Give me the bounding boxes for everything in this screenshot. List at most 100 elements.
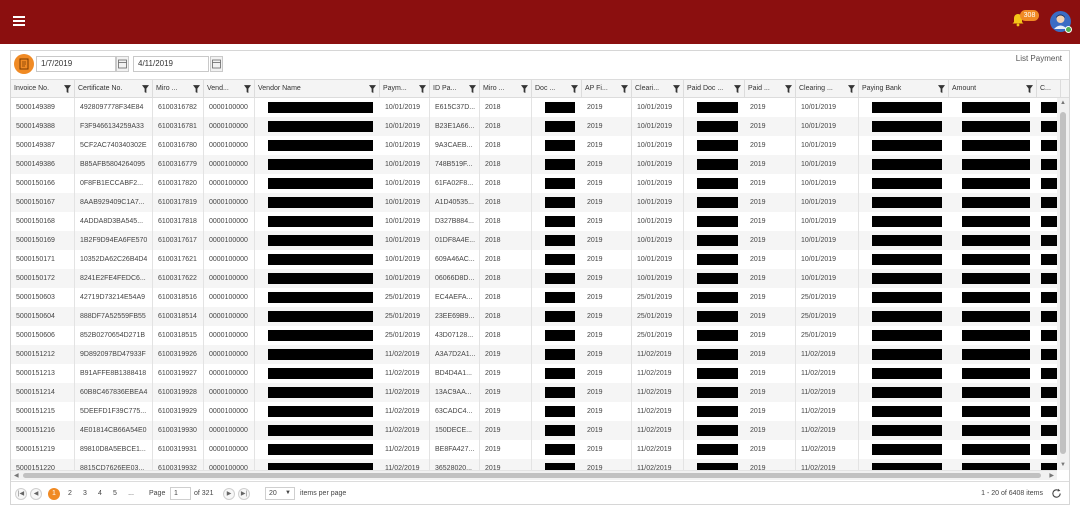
page-number-button[interactable]: 2 bbox=[64, 488, 76, 500]
column-header[interactable]: Invoice No. bbox=[11, 80, 75, 98]
table-cell: 9A3CAEB... bbox=[430, 136, 480, 155]
vertical-scroll-thumb[interactable] bbox=[1060, 112, 1066, 454]
table-cell: 2019 bbox=[745, 155, 796, 174]
page-number-button[interactable]: 3 bbox=[79, 488, 91, 500]
table-row[interactable]: 5000149389 4928097778F34E84 6100316782 0000… bbox=[11, 98, 1057, 117]
horizontal-scrollbar[interactable]: ◀ ▶ bbox=[11, 470, 1057, 480]
column-header[interactable]: Vend... bbox=[204, 80, 255, 98]
column-header[interactable]: Miro ... bbox=[480, 80, 532, 98]
table-row[interactable]: 5000151220 8815CD7626EE03... 6100319932 000… bbox=[11, 459, 1057, 470]
column-header[interactable]: Cleari... bbox=[632, 80, 684, 98]
column-header[interactable]: Miro ... bbox=[153, 80, 204, 98]
page-number-button[interactable]: 5 bbox=[109, 488, 121, 500]
column-header[interactable]: Certificate No. bbox=[75, 80, 153, 98]
table-row[interactable]: 5000150169 1B2F9D94EA6FE570 6100317617 0000… bbox=[11, 231, 1057, 250]
scroll-up-icon[interactable]: ▲ bbox=[1060, 100, 1066, 106]
scroll-down-icon[interactable]: ▼ bbox=[1060, 462, 1066, 468]
user-avatar[interactable] bbox=[1050, 11, 1072, 33]
table-row[interactable]: 5000150171 10352DA62C26B4D4 6100317621 0000… bbox=[11, 250, 1057, 269]
column-header[interactable]: C... bbox=[1037, 80, 1061, 98]
table-row[interactable]: 5000149388 F3F9466134259A33 6100316781 0000… bbox=[11, 117, 1057, 136]
refresh-icon[interactable] bbox=[1051, 488, 1062, 499]
column-header-label: Vend... bbox=[207, 85, 229, 92]
redacted-cell bbox=[1041, 102, 1057, 113]
page-number-button[interactable]: 1 bbox=[48, 488, 60, 500]
scroll-left-icon[interactable]: ◀ bbox=[14, 472, 19, 479]
from-date-input[interactable]: 1/7/2019 bbox=[36, 56, 116, 72]
filter-icon[interactable] bbox=[621, 85, 628, 93]
table-cell: 10/01/2019 bbox=[632, 212, 684, 231]
column-header[interactable]: Paym... bbox=[380, 80, 430, 98]
filter-icon[interactable] bbox=[1026, 85, 1033, 93]
redacted-cell bbox=[1041, 216, 1057, 227]
column-header[interactable]: Paying Bank bbox=[859, 80, 949, 98]
table-cell: B91AFFE8B1388418 bbox=[75, 364, 153, 383]
filter-icon[interactable] bbox=[142, 85, 149, 93]
filter-icon[interactable] bbox=[419, 85, 426, 93]
to-date-calendar-button[interactable] bbox=[210, 56, 223, 72]
scroll-right-icon[interactable]: ▶ bbox=[1049, 472, 1054, 479]
filter-icon[interactable] bbox=[673, 85, 680, 93]
table-row[interactable]: 5000149386 B85AFB5804264095 6100316779 0000… bbox=[11, 155, 1057, 174]
column-header[interactable]: Vendor Name bbox=[255, 80, 380, 98]
table-row[interactable]: 5000150604 888DF7A52559FB55 6100318514 0000… bbox=[11, 307, 1057, 326]
filter-icon[interactable] bbox=[848, 85, 855, 93]
vertical-scrollbar[interactable]: ▲ ▼ bbox=[1057, 98, 1069, 470]
table-row[interactable]: 5000151219 89810D8A5EBCE1... 6100319931 000… bbox=[11, 440, 1057, 459]
filter-icon[interactable] bbox=[571, 85, 578, 93]
filter-icon[interactable] bbox=[244, 85, 251, 93]
first-page-button[interactable]: |◀ bbox=[15, 488, 27, 500]
filter-icon[interactable] bbox=[64, 85, 71, 93]
filter-icon[interactable] bbox=[369, 85, 376, 93]
column-header[interactable]: Paid Doc ... bbox=[684, 80, 745, 98]
table-row[interactable]: 5000150172 8241E2FE4FEDC6... 6100317622 000… bbox=[11, 269, 1057, 288]
column-header[interactable]: Doc ... bbox=[532, 80, 582, 98]
from-date-calendar-button[interactable] bbox=[116, 56, 129, 72]
filter-icon[interactable] bbox=[521, 85, 528, 93]
table-cell: 9D892097BD47933F bbox=[75, 345, 153, 364]
table-cell: 2018 bbox=[480, 212, 532, 231]
table-row[interactable]: 5000151214 60B8C467836EBEA4 6100319928 0000… bbox=[11, 383, 1057, 402]
page-number-input[interactable]: 1 bbox=[170, 487, 191, 500]
table-row[interactable]: 5000151215 5DEEFD1F39C775... 6100319929 000… bbox=[11, 402, 1057, 421]
table-row[interactable]: 5000151216 4E01814CB66A54E0 6100319930 0000… bbox=[11, 421, 1057, 440]
table-cell: 2019 bbox=[582, 193, 632, 212]
table-row[interactable]: 5000150606 852B0270654D271B 6100318515 0000… bbox=[11, 326, 1057, 345]
page-size-select[interactable]: 20 ▼ bbox=[265, 487, 295, 500]
horizontal-scroll-thumb[interactable] bbox=[23, 473, 1041, 478]
menu-icon[interactable] bbox=[13, 16, 25, 26]
table-row[interactable]: 5000150167 8AAB929409C1A7... 6100317819 000… bbox=[11, 193, 1057, 212]
redacted-cell bbox=[962, 273, 1030, 284]
column-header[interactable]: Paid ... bbox=[745, 80, 796, 98]
page-number-button[interactable]: 4 bbox=[94, 488, 106, 500]
column-header[interactable]: Amount bbox=[949, 80, 1037, 98]
table-cell: 4ADDA8D3BA545... bbox=[75, 212, 153, 231]
filter-icon[interactable] bbox=[193, 85, 200, 93]
page-number-button[interactable]: ... bbox=[125, 488, 137, 500]
redacted-cell bbox=[1041, 330, 1057, 341]
table-cell: F3F9466134259A33 bbox=[75, 117, 153, 136]
export-button[interactable] bbox=[14, 54, 34, 74]
filter-icon[interactable] bbox=[785, 85, 792, 93]
table-row[interactable]: 5000150166 0F8FB1ECCABF2... 6100317820 0000… bbox=[11, 174, 1057, 193]
table-cell: 2019 bbox=[480, 421, 532, 440]
table-row[interactable]: 5000151213 B91AFFE8B1388418 6100319927 0000… bbox=[11, 364, 1057, 383]
previous-page-button[interactable]: ◀ bbox=[30, 488, 42, 500]
column-header[interactable]: ID Pa... bbox=[430, 80, 480, 98]
column-header[interactable]: Clearing ... bbox=[796, 80, 859, 98]
filter-icon[interactable] bbox=[469, 85, 476, 93]
filter-icon[interactable] bbox=[938, 85, 945, 93]
filter-icon[interactable] bbox=[734, 85, 741, 93]
redacted-cell bbox=[545, 311, 575, 322]
table-row[interactable]: 5000150168 4ADDA8D3BA545... 6100317818 0000… bbox=[11, 212, 1057, 231]
page-title: List Payment bbox=[1015, 54, 1062, 63]
table-cell: 10/01/2019 bbox=[632, 155, 684, 174]
table-row[interactable]: 5000150603 42719D73214E54A9 6100318516 0000… bbox=[11, 288, 1057, 307]
column-header[interactable]: AP Fi... bbox=[582, 80, 632, 98]
last-page-button[interactable]: ▶| bbox=[238, 488, 250, 500]
to-date-input[interactable]: 4/11/2019 bbox=[133, 56, 209, 72]
next-page-button[interactable]: ▶ bbox=[223, 488, 235, 500]
table-cell: 6100316782 bbox=[153, 98, 204, 117]
table-row[interactable]: 5000149387 5CF2AC740340302E 6100316780 0000… bbox=[11, 136, 1057, 155]
table-row[interactable]: 5000151212 9D892097BD47933F 6100319926 0000… bbox=[11, 345, 1057, 364]
